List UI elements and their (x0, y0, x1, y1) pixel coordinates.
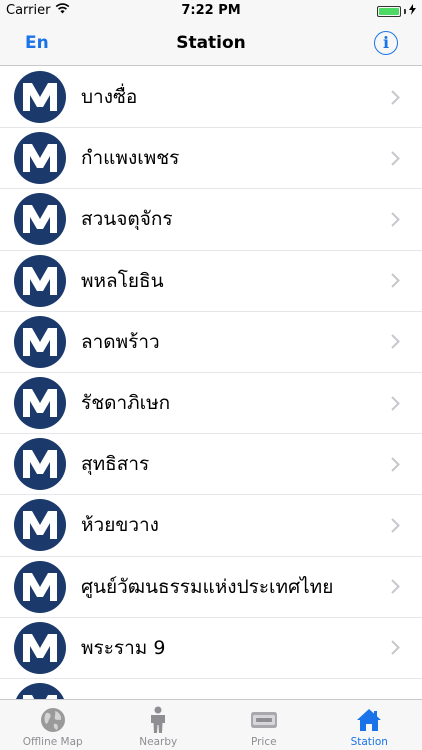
charging-icon (409, 4, 416, 19)
metro-logo-icon (14, 499, 66, 552)
station-name: รัชดาภิเษก (81, 392, 171, 415)
station-name: ศูนย์วัฒนธรรมแห่งประเทศไทย (81, 575, 334, 598)
metro-logo-icon (14, 132, 66, 185)
tab-bar: Offline Map Nearby Price Station (0, 699, 422, 750)
navigation-bar: En Station i (0, 22, 422, 66)
tab-nearby[interactable]: Nearby (106, 700, 212, 750)
metro-logo-icon (14, 377, 66, 430)
tab-label: Station (350, 736, 388, 748)
status-bar: Carrier 7:22 PM (0, 0, 422, 22)
tab-label: Price (250, 736, 277, 748)
status-right (377, 4, 416, 19)
chevron-right-icon (386, 273, 404, 288)
station-name: ห้วยขวาง (81, 514, 159, 537)
station-row[interactable]: รัชดาภิเษก (0, 373, 422, 435)
battery-tip (404, 9, 406, 14)
station-list: บางซื่อกำแพงเพชรสวนจตุจักรพหลโยธินลาดพร้… (0, 67, 422, 699)
station-name: กำแพงเพชร (81, 147, 180, 170)
metro-logo-icon (14, 71, 66, 124)
station-row[interactable]: พระราม 9 (0, 618, 422, 679)
station-name: พหลโยธิน (81, 269, 164, 292)
tab-offline-map[interactable]: Offline Map (0, 700, 106, 750)
station-name: พระราม 9 (81, 636, 166, 659)
page-title: Station (176, 33, 246, 53)
chevron-right-icon (386, 518, 404, 533)
chevron-right-icon (386, 212, 404, 227)
chevron-right-icon (386, 457, 404, 472)
globe-icon (39, 706, 67, 734)
metro-logo-icon (14, 560, 66, 613)
chevron-right-icon (386, 151, 404, 166)
battery-icon (377, 6, 401, 17)
metro-logo-icon (14, 193, 66, 246)
home-icon (355, 706, 383, 734)
tab-label: Offline Map (22, 736, 83, 748)
station-row[interactable]: กำแพงเพชร (0, 128, 422, 190)
station-row[interactable]: ห้วยขวาง (0, 495, 422, 557)
person-icon (144, 706, 172, 734)
station-row[interactable] (0, 679, 422, 699)
status-time: 7:22 PM (181, 3, 241, 18)
metro-logo-icon (14, 315, 66, 368)
metro-logo-icon (14, 438, 66, 491)
tab-label: Nearby (139, 736, 178, 748)
card-icon (250, 706, 278, 734)
tab-price[interactable]: Price (211, 700, 317, 750)
metro-logo-icon (14, 254, 66, 307)
station-row[interactable]: ลาดพร้าว (0, 312, 422, 373)
station-row[interactable]: ศูนย์วัฒนธรรมแห่งประเทศไทย (0, 557, 422, 618)
station-name: ลาดพร้าว (81, 330, 160, 353)
chevron-right-icon (386, 579, 404, 594)
station-row[interactable]: พหลโยธิน (0, 251, 422, 312)
station-name: บางซื่อ (81, 86, 138, 109)
metro-logo-icon (14, 621, 66, 674)
info-icon[interactable]: i (374, 31, 398, 55)
station-row[interactable]: บางซื่อ (0, 67, 422, 129)
station-name: สุทธิสาร (81, 453, 150, 476)
chevron-right-icon (386, 395, 404, 411)
chevron-right-icon (386, 89, 404, 105)
chevron-right-icon (386, 640, 404, 655)
chevron-right-icon (386, 334, 404, 350)
station-row[interactable]: สุทธิสาร (0, 434, 422, 496)
metro-logo-icon (14, 682, 66, 699)
station-row[interactable]: สวนจตุจักร (0, 189, 422, 251)
station-name: สวนจตุจักร (81, 208, 173, 231)
tab-station[interactable]: Station (317, 700, 422, 750)
